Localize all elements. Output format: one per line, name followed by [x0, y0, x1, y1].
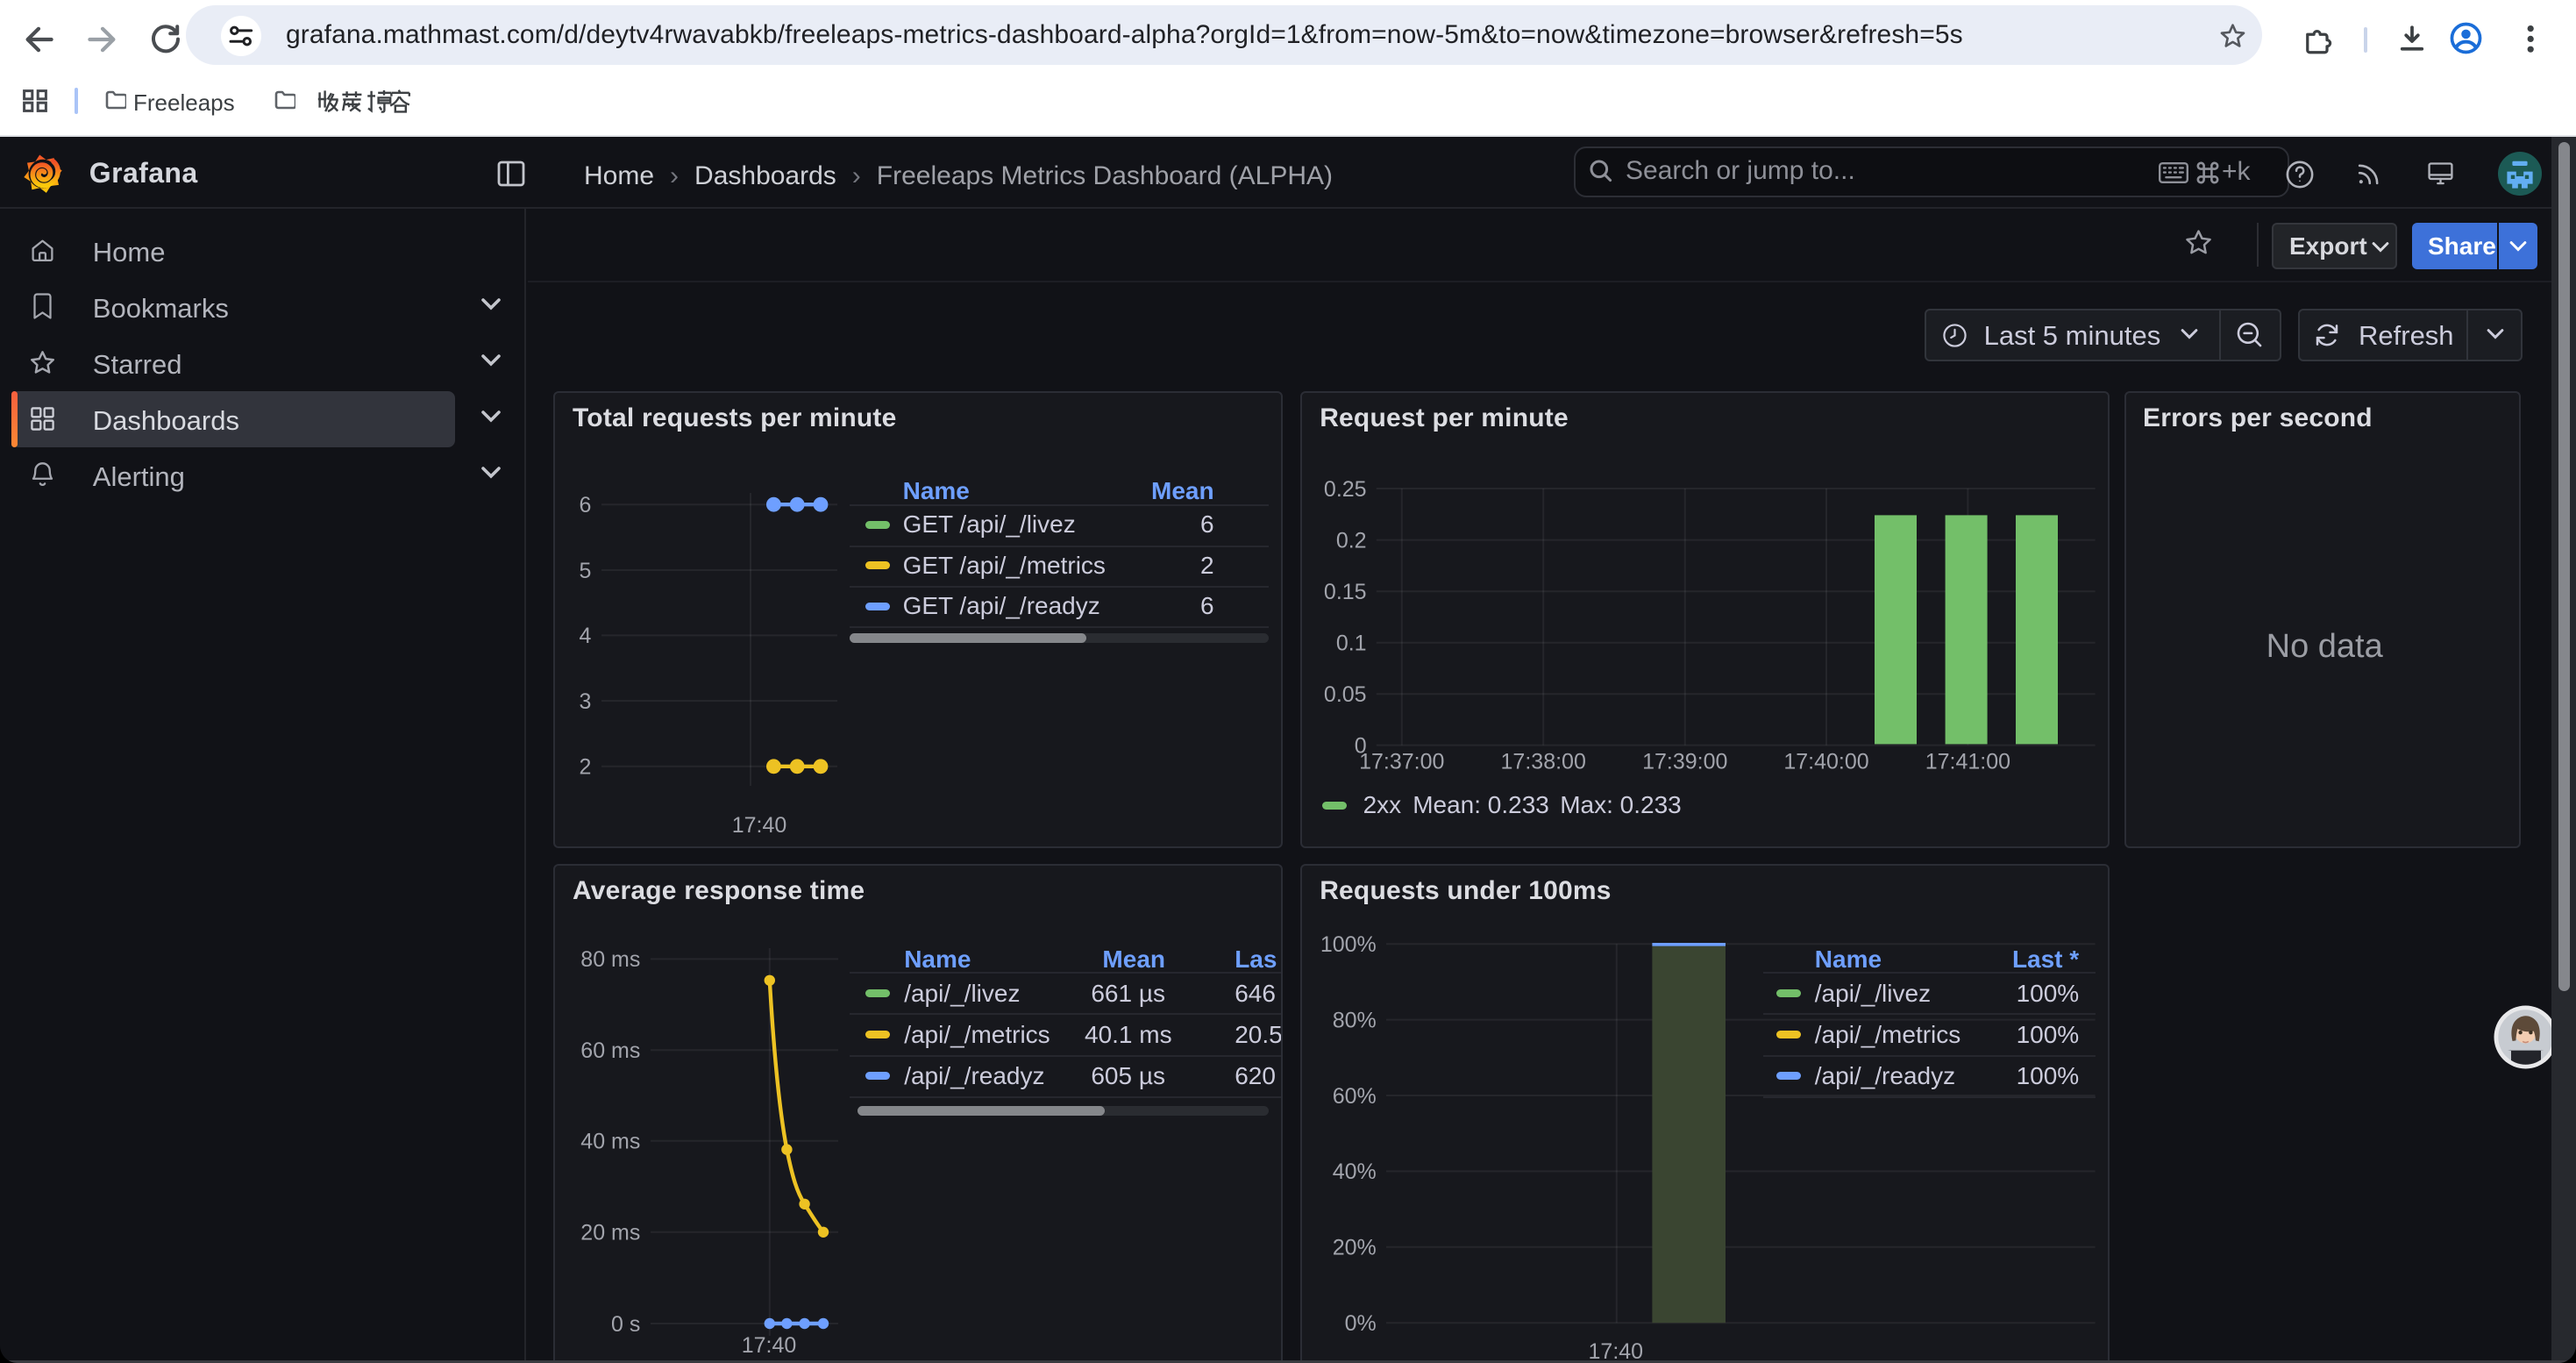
svg-text:17:37:00: 17:37:00: [1359, 750, 1444, 774]
svg-text:17:41:00: 17:41:00: [1925, 750, 2010, 774]
svg-text:17:38:00: 17:38:00: [1501, 750, 1586, 774]
svg-text:40%: 40%: [1333, 1160, 1377, 1184]
svg-text:4: 4: [579, 624, 591, 648]
svg-text:2: 2: [579, 755, 591, 780]
svg-text:3: 3: [579, 689, 591, 714]
svg-text:0 s: 0 s: [611, 1312, 640, 1337]
svg-text:0.2: 0.2: [1336, 528, 1367, 553]
svg-text:100%: 100%: [1320, 932, 1377, 957]
svg-text:20%: 20%: [1333, 1235, 1377, 1260]
svg-text:0.1: 0.1: [1336, 632, 1367, 656]
svg-text:80%: 80%: [1333, 1008, 1377, 1032]
svg-text:20 ms: 20 ms: [580, 1220, 640, 1245]
svg-text:0.15: 0.15: [1324, 580, 1367, 604]
svg-text:17:40: 17:40: [1589, 1339, 1644, 1363]
svg-text:17:40:00: 17:40:00: [1784, 750, 1869, 774]
svg-text:0%: 0%: [1345, 1311, 1377, 1336]
svg-text:6: 6: [579, 493, 591, 517]
svg-text:0.25: 0.25: [1324, 477, 1367, 502]
svg-text:17:40: 17:40: [732, 813, 787, 838]
svg-text:80 ms: 80 ms: [580, 947, 640, 972]
svg-text:5: 5: [579, 559, 591, 583]
svg-text:60%: 60%: [1333, 1084, 1377, 1109]
svg-text:17:40: 17:40: [742, 1333, 797, 1358]
svg-text:40 ms: 40 ms: [580, 1129, 640, 1153]
svg-text:0.05: 0.05: [1324, 682, 1367, 707]
svg-text:17:39:00: 17:39:00: [1642, 750, 1727, 774]
svg-text:60 ms: 60 ms: [580, 1038, 640, 1063]
